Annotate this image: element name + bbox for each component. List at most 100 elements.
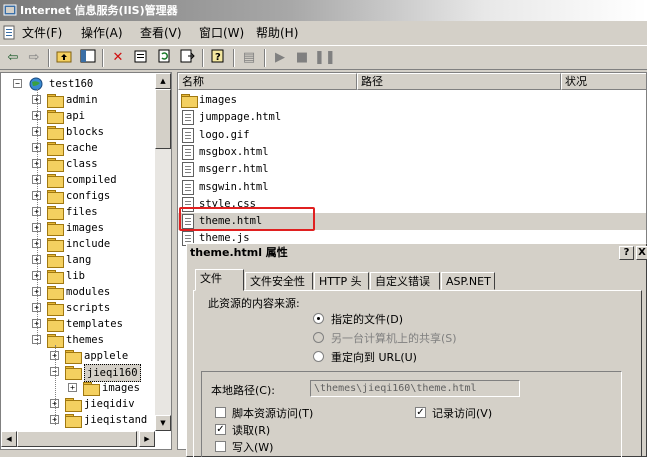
tree-item-admin[interactable]: + admin	[1, 92, 159, 108]
tree-item-label: scripts	[66, 302, 111, 314]
tab-http-headers[interactable]: HTTP 头	[314, 272, 369, 290]
tree-item-label: images	[102, 382, 140, 394]
folder-icon	[47, 126, 64, 140]
tree-item-include[interactable]: + include	[1, 236, 159, 252]
column-header-path[interactable]: 路径	[357, 73, 561, 90]
computer-icon[interactable]: ▤	[239, 49, 259, 67]
radio-specified-file-label: 指定的文件(D)	[331, 313, 404, 326]
tree-item-class[interactable]: + class	[1, 156, 159, 172]
folder-icon	[47, 158, 64, 172]
folder-icon	[47, 142, 64, 156]
play-icon[interactable]: ▶	[270, 49, 290, 67]
menu-file[interactable]: 文件(F)	[22, 25, 62, 41]
collapse-icon[interactable]: −	[13, 79, 22, 88]
menu-action[interactable]: 操作(A)	[81, 25, 123, 41]
scroll-thumb[interactable]	[155, 89, 171, 149]
pause-icon[interactable]: ❚❚	[314, 49, 336, 67]
file-row[interactable]: msgwin.html	[178, 179, 646, 196]
help-icon[interactable]: ?	[208, 49, 228, 67]
tree-item-jieqidiv[interactable]: + jieqidiv	[1, 396, 159, 412]
scroll-thumb[interactable]	[17, 431, 137, 447]
checkbox-write[interactable]	[215, 441, 226, 452]
tree-item-themes[interactable]: − themes	[1, 332, 159, 348]
tree-item-blocks[interactable]: + blocks	[1, 124, 159, 140]
tree-item-cache[interactable]: + cache	[1, 140, 159, 156]
folder-icon	[47, 206, 64, 220]
tree-item-modules[interactable]: + modules	[1, 284, 159, 300]
tree-item-label: images	[66, 222, 104, 234]
toolbar-separator	[233, 49, 235, 67]
back-arrow-icon[interactable]: ⇦	[3, 49, 23, 67]
tree-item-root[interactable]: − test160	[1, 76, 159, 92]
help-button[interactable]: ?	[619, 246, 634, 260]
export-list-icon[interactable]	[177, 49, 197, 67]
tab-file-security[interactable]: 文件安全性	[245, 272, 313, 290]
tree-item-images[interactable]: + images	[1, 220, 159, 236]
close-button[interactable]: X	[636, 246, 647, 260]
checkbox-log-visits[interactable]: ✓	[415, 407, 426, 418]
radio-specified-file[interactable]	[313, 313, 324, 324]
scroll-up-icon[interactable]: ▲	[155, 73, 171, 89]
folder-icon	[65, 366, 82, 380]
tree-item-scripts[interactable]: + scripts	[1, 300, 159, 316]
scroll-left-icon[interactable]: ◀	[1, 431, 17, 447]
file-row[interactable]: jumppage.html	[178, 109, 646, 126]
delete-icon[interactable]: ✕	[108, 49, 128, 67]
scroll-down-icon[interactable]: ▼	[155, 415, 171, 431]
properties-icon[interactable]	[131, 49, 151, 67]
window-title: Internet 信息服务(IIS)管理器	[20, 4, 178, 17]
expand-icon[interactable]: +	[68, 383, 77, 392]
tree-item-label: modules	[66, 286, 111, 298]
file-name: logo.gif	[199, 128, 250, 141]
tree-item-jieqistand[interactable]: + jieqistand	[1, 412, 159, 428]
tree-item-label: blocks	[66, 126, 104, 138]
checkbox-script-source-access[interactable]	[215, 407, 226, 418]
radio-redirect-url[interactable]	[313, 351, 324, 362]
local-path-input[interactable]: \themes\jieqi160\theme.html	[310, 380, 520, 397]
file-row[interactable]: images	[178, 92, 646, 109]
tree-horizontal-scrollbar[interactable]: ◀ ▶	[1, 431, 155, 447]
tree-item-images-sub[interactable]: + images	[1, 380, 159, 396]
toolbar-separator	[102, 49, 104, 67]
checkbox-read-label: 读取(R)	[232, 424, 271, 437]
tab-aspnet[interactable]: ASP.NET	[441, 272, 495, 290]
tree-item-files[interactable]: + files	[1, 204, 159, 220]
tree-item-applele[interactable]: + applele	[1, 348, 159, 364]
tab-custom-errors[interactable]: 自定义错误	[370, 272, 440, 290]
show-tree-icon[interactable]	[78, 49, 98, 67]
tree-guide-line	[37, 89, 38, 345]
refresh-icon[interactable]	[154, 49, 174, 67]
menu-window[interactable]: 窗口(W)	[199, 25, 244, 41]
website-globe-icon	[29, 77, 43, 91]
tree-item-lang[interactable]: + lang	[1, 252, 159, 268]
column-header-name[interactable]: 名称	[178, 73, 357, 90]
tree-guide-line	[55, 345, 56, 425]
file-icon	[182, 144, 194, 160]
forward-arrow-icon[interactable]: ⇨	[24, 49, 44, 67]
tree-item-label: configs	[66, 190, 111, 202]
file-row[interactable]: msgbox.html	[178, 144, 646, 161]
tree-item-templates[interactable]: + templates	[1, 316, 159, 332]
tab-file[interactable]: 文件	[195, 269, 244, 291]
tree-item-label: themes	[66, 334, 104, 346]
menu-help[interactable]: 帮助(H)	[256, 25, 298, 41]
stop-icon[interactable]: ■	[292, 49, 312, 67]
folder-icon	[65, 350, 82, 364]
tree-item-compiled[interactable]: + compiled	[1, 172, 159, 188]
tree-item-label: class	[66, 158, 98, 170]
up-folder-icon[interactable]	[54, 49, 74, 67]
folder-icon	[47, 254, 64, 268]
file-row[interactable]: msgerr.html	[178, 161, 646, 178]
menu-view[interactable]: 查看(V)	[140, 25, 182, 41]
checkbox-read[interactable]: ✓	[215, 424, 226, 435]
tree-item-api[interactable]: + api	[1, 108, 159, 124]
file-icon	[182, 162, 194, 178]
tree-item-lib[interactable]: + lib	[1, 268, 159, 284]
tree-item-jieqi160[interactable]: − jieqi160	[1, 364, 159, 382]
file-row[interactable]: logo.gif	[178, 127, 646, 144]
folder-icon	[47, 302, 64, 316]
scroll-right-icon[interactable]: ▶	[139, 431, 155, 447]
tree-vertical-scrollbar[interactable]: ▲ ▼	[155, 73, 171, 431]
column-header-status[interactable]: 状况	[561, 73, 646, 90]
tree-item-configs[interactable]: + configs	[1, 188, 159, 204]
